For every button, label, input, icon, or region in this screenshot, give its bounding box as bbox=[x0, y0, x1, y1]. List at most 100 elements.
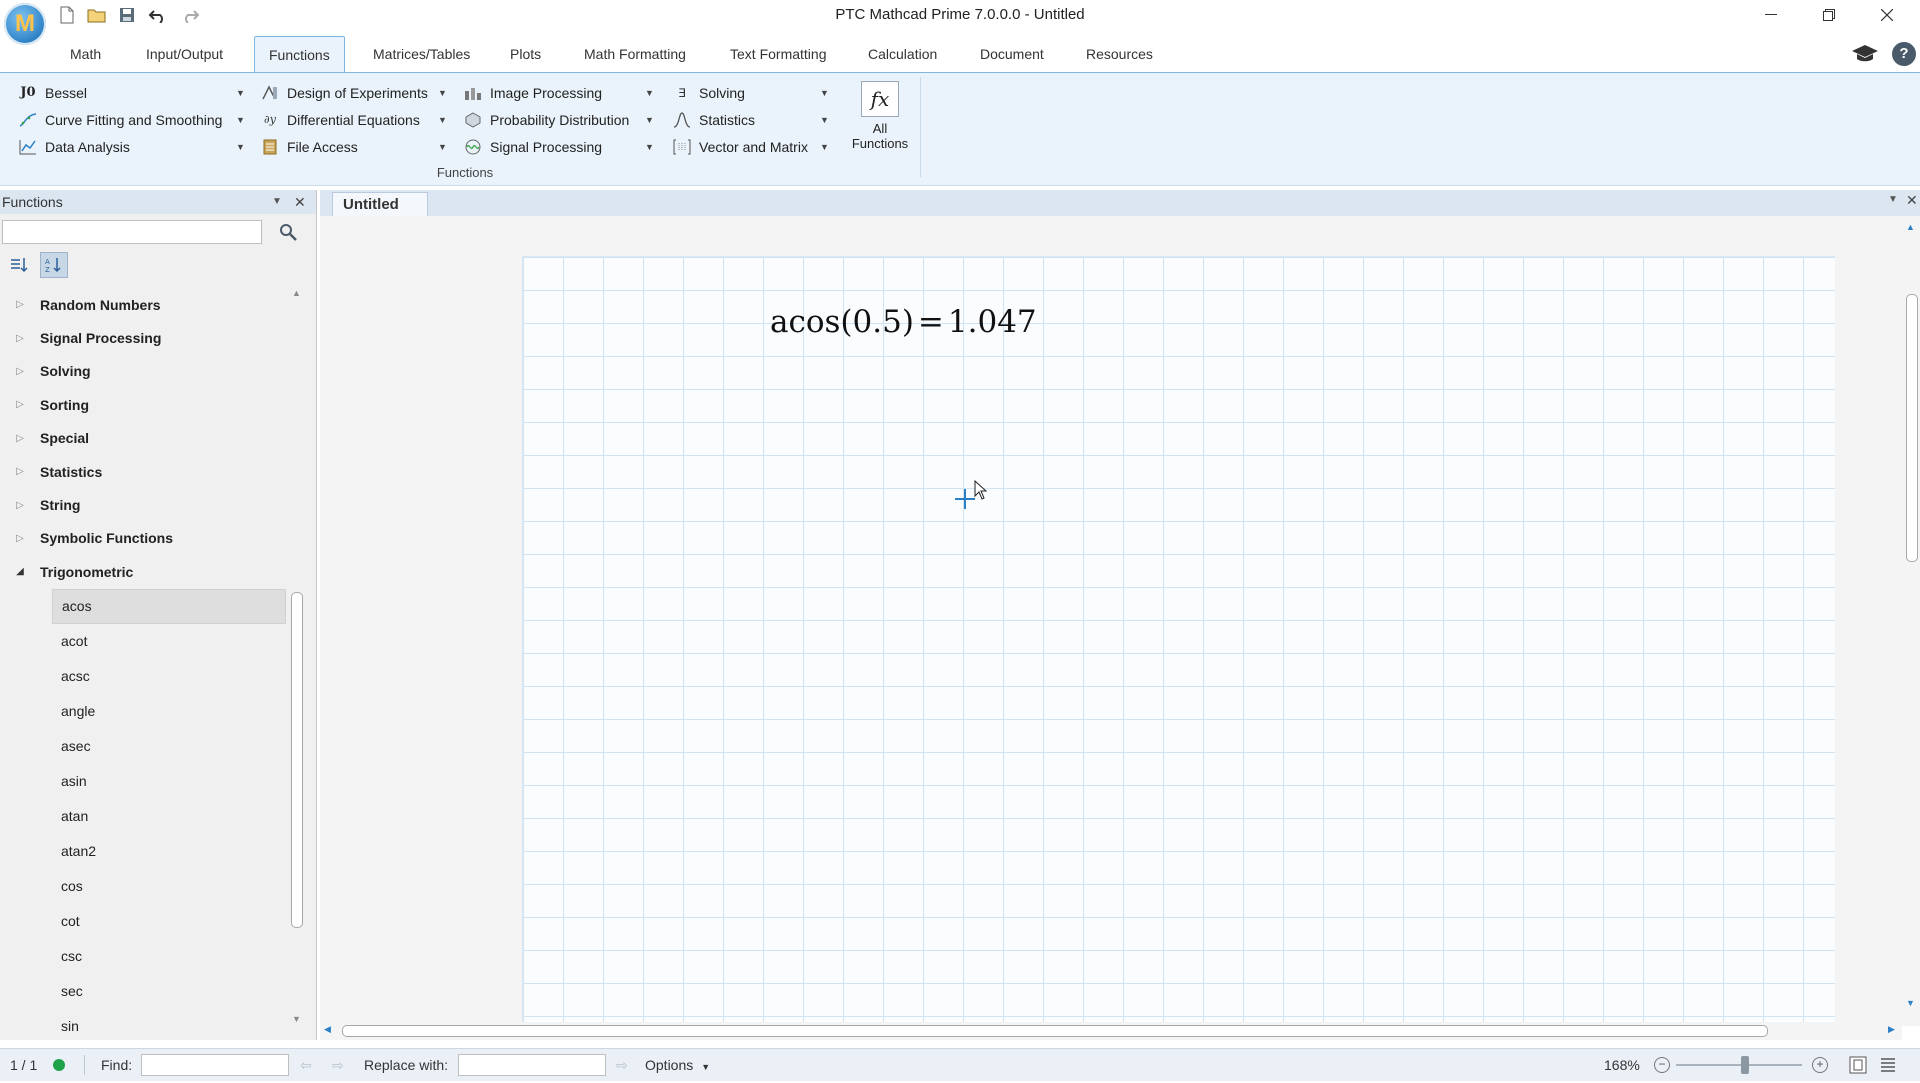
function-item-acot[interactable]: acot bbox=[52, 624, 286, 659]
category-string[interactable]: ▷ String bbox=[0, 488, 290, 521]
statistics-label: Statistics bbox=[699, 112, 756, 128]
file-access-button[interactable]: File Access ▼ bbox=[260, 135, 450, 159]
close-window-button[interactable] bbox=[1858, 0, 1916, 30]
zoom-slider[interactable] bbox=[1676, 1056, 1802, 1074]
replace-icon[interactable]: ⇨ bbox=[616, 1049, 628, 1081]
category-solving[interactable]: ▷ Solving bbox=[0, 355, 290, 388]
file-access-label: File Access bbox=[287, 139, 358, 155]
close-icon[interactable]: ✕ bbox=[1906, 192, 1918, 209]
tab-calculation[interactable]: Calculation bbox=[854, 36, 951, 72]
math-region[interactable]: acos(0.5) = 1.047 bbox=[770, 304, 1037, 340]
minimize-button[interactable] bbox=[1742, 0, 1800, 30]
function-item-cot[interactable]: cot bbox=[52, 904, 286, 939]
function-item-acsc[interactable]: acsc bbox=[52, 659, 286, 694]
category-trigonometric[interactable]: ◢ Trigonometric bbox=[0, 555, 290, 588]
function-item-acos[interactable]: acos bbox=[52, 588, 286, 624]
tab-plots[interactable]: Plots bbox=[496, 36, 555, 72]
all-functions-button[interactable]: fx All Functions bbox=[848, 79, 912, 167]
search-input[interactable] bbox=[2, 220, 262, 244]
chevron-down-icon[interactable]: ▼ bbox=[272, 190, 282, 214]
signal-processing-button[interactable]: Signal Processing ▼ bbox=[463, 135, 659, 159]
close-icon[interactable]: ✕ bbox=[294, 190, 306, 214]
scroll-up-icon[interactable]: ▲ bbox=[292, 288, 301, 298]
function-item-angle[interactable]: angle bbox=[52, 694, 286, 729]
sort-alphabetical-icon[interactable]: AZ bbox=[40, 252, 68, 278]
category-random-numbers[interactable]: ▷ Random Numbers bbox=[0, 288, 290, 321]
scroll-down-icon[interactable]: ▼ bbox=[292, 1014, 301, 1024]
help-icon[interactable]: ? bbox=[1892, 42, 1916, 66]
search-icon[interactable] bbox=[276, 220, 300, 244]
function-item-csc[interactable]: csc bbox=[52, 939, 286, 974]
function-item-sin[interactable]: sin bbox=[52, 1009, 286, 1044]
zoom-out-icon[interactable]: − bbox=[1654, 1057, 1670, 1073]
ribbon-tabs: Math Input/Output Functions Matrices/Tab… bbox=[0, 36, 1920, 72]
function-item-sec[interactable]: sec bbox=[52, 974, 286, 1009]
design-of-experiments-button[interactable]: Design of Experiments ▼ bbox=[260, 81, 450, 105]
function-item-atan2[interactable]: atan2 bbox=[52, 834, 286, 869]
scroll-up-icon[interactable]: ▲ bbox=[1906, 222, 1915, 232]
page-view-icon[interactable] bbox=[1848, 1055, 1868, 1075]
tab-document[interactable]: Document bbox=[966, 36, 1058, 72]
scrollbar-thumb[interactable] bbox=[1906, 294, 1918, 562]
app-logo[interactable]: M bbox=[4, 3, 46, 45]
chevron-down-icon[interactable]: ▼ bbox=[1888, 194, 1898, 205]
scroll-right-icon[interactable]: ▶ bbox=[1888, 1024, 1895, 1035]
category-sorting[interactable]: ▷ Sorting bbox=[0, 388, 290, 421]
function-item-atan[interactable]: atan bbox=[52, 799, 286, 834]
category-statistics[interactable]: ▷ Statistics bbox=[0, 455, 290, 488]
document-vertical-scrollbar[interactable]: ▲ ▼ bbox=[1902, 216, 1920, 1026]
tab-text-formatting[interactable]: Text Formatting bbox=[716, 36, 840, 72]
find-previous-icon[interactable]: ⇦ bbox=[300, 1049, 312, 1081]
svg-text:Z: Z bbox=[45, 266, 50, 273]
scroll-down-icon[interactable]: ▼ bbox=[1906, 998, 1915, 1008]
image-processing-button[interactable]: Image Processing ▼ bbox=[463, 81, 659, 105]
tab-input-output[interactable]: Input/Output bbox=[132, 36, 237, 72]
save-icon[interactable] bbox=[116, 4, 138, 26]
category-symbolic-functions[interactable]: ▷ Symbolic Functions bbox=[0, 522, 290, 555]
draft-view-icon[interactable] bbox=[1878, 1055, 1898, 1075]
document-tab[interactable]: Untitled bbox=[332, 192, 428, 217]
vector-and-matrix-button[interactable]: Vector and Matrix ▼ bbox=[672, 135, 832, 159]
data-analysis-button[interactable]: Data Analysis ▼ bbox=[18, 135, 246, 159]
scrollbar-thumb[interactable] bbox=[342, 1025, 1768, 1037]
mouse-pointer-icon bbox=[974, 479, 988, 503]
redo-icon[interactable] bbox=[179, 4, 201, 26]
category-special[interactable]: ▷ Special bbox=[0, 422, 290, 455]
tab-resources[interactable]: Resources bbox=[1072, 36, 1167, 72]
replace-input[interactable] bbox=[458, 1054, 606, 1076]
bessel-button[interactable]: J0 Bessel ▼ bbox=[18, 81, 246, 105]
find-input[interactable] bbox=[141, 1054, 289, 1076]
functions-tree: ▷ Random Numbers ▷ Signal Processing ▷ Solv… bbox=[0, 288, 290, 1044]
solving-button[interactable]: ∃ Solving ▼ bbox=[672, 81, 832, 105]
differential-equations-button[interactable]: ∂y Differential Equations ▼ bbox=[260, 108, 450, 132]
statistics-button[interactable]: Statistics ▼ bbox=[672, 108, 832, 132]
scroll-left-icon[interactable]: ◀ bbox=[324, 1024, 331, 1035]
tab-functions[interactable]: Functions bbox=[254, 36, 345, 72]
document-horizontal-scrollbar[interactable]: ◀ ▶ bbox=[320, 1022, 1902, 1040]
tab-math-formatting[interactable]: Math Formatting bbox=[570, 36, 700, 72]
document-area[interactable] bbox=[320, 216, 1902, 1027]
options-button[interactable]: Options ▼ bbox=[645, 1049, 710, 1081]
undo-icon[interactable] bbox=[147, 4, 169, 26]
worksheet-grid[interactable] bbox=[522, 256, 1835, 1027]
sort-by-category-icon[interactable] bbox=[6, 252, 32, 278]
function-item-asec[interactable]: asec bbox=[52, 729, 286, 764]
vector-and-matrix-label: Vector and Matrix bbox=[699, 139, 808, 155]
curve-fitting-button[interactable]: Curve Fitting and Smoothing ▼ bbox=[18, 108, 246, 132]
graduation-cap-icon[interactable] bbox=[1850, 40, 1880, 68]
probability-distribution-button[interactable]: Probability Distribution ▼ bbox=[463, 108, 659, 132]
restore-button[interactable] bbox=[1800, 0, 1858, 30]
function-item-asin[interactable]: asin bbox=[52, 764, 286, 799]
solving-label: Solving bbox=[699, 85, 745, 101]
tab-math[interactable]: Math bbox=[56, 36, 115, 72]
scrollbar-thumb[interactable] bbox=[291, 592, 303, 928]
find-next-icon[interactable]: ⇨ bbox=[332, 1049, 344, 1081]
zoom-in-icon[interactable]: + bbox=[1812, 1057, 1828, 1073]
tab-matrices-tables[interactable]: Matrices/Tables bbox=[359, 36, 484, 72]
category-signal-processing[interactable]: ▷ Signal Processing bbox=[0, 321, 290, 354]
function-item-cos[interactable]: cos bbox=[52, 869, 286, 904]
new-document-icon[interactable] bbox=[56, 4, 78, 26]
functions-panel-scrollbar[interactable]: ▲ ▼ bbox=[290, 288, 304, 1032]
zoom-slider-thumb[interactable] bbox=[1740, 1056, 1749, 1074]
open-folder-icon[interactable] bbox=[86, 4, 108, 26]
